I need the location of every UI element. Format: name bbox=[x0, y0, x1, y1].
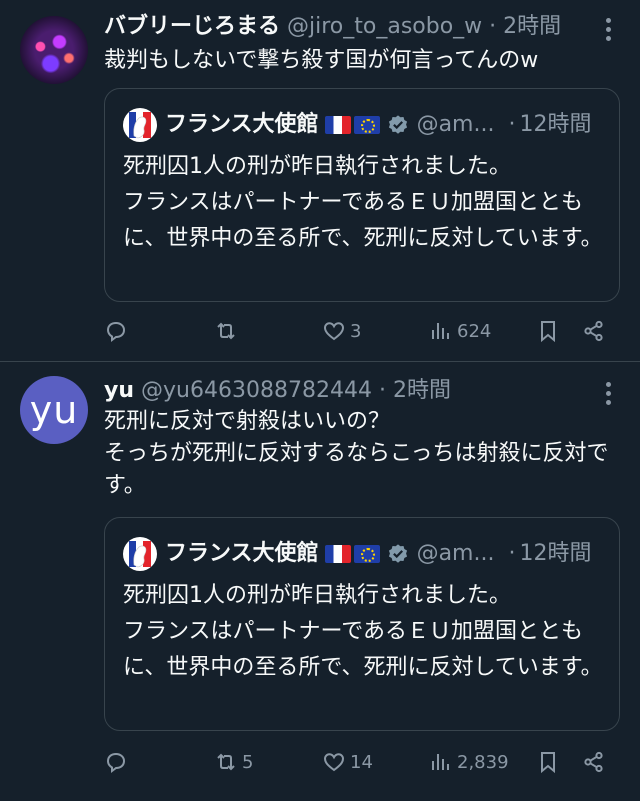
reply-button[interactable] bbox=[104, 314, 132, 348]
quote-handle: @am... bbox=[416, 112, 495, 137]
bookmark-button[interactable] bbox=[536, 745, 564, 779]
share-button[interactable] bbox=[582, 745, 610, 779]
france-flag-icon bbox=[324, 545, 351, 563]
timestamp[interactable]: 2時間 bbox=[503, 14, 561, 39]
quote-timestamp: 12時間 bbox=[519, 541, 592, 566]
quote-avatar bbox=[123, 537, 157, 571]
bookmark-button[interactable] bbox=[536, 314, 564, 348]
avatar-initials: yu bbox=[29, 388, 79, 432]
reply-button[interactable] bbox=[104, 745, 132, 779]
like-count: 3 bbox=[350, 320, 362, 342]
reply-icon bbox=[106, 752, 126, 773]
tweet-header: バブリーじろまる @jiro_to_asobo_w · 2時間 bbox=[104, 12, 590, 42]
retweet-icon bbox=[217, 753, 235, 771]
handle[interactable]: @yu6463088782444 bbox=[141, 378, 372, 403]
france-flag-icon bbox=[324, 116, 351, 134]
share-button[interactable] bbox=[582, 314, 610, 348]
eu-flag-icon bbox=[353, 116, 380, 134]
views-chart-icon bbox=[432, 754, 449, 770]
action-bar: 5 14 2,839 bbox=[104, 745, 620, 779]
like-count: 14 bbox=[350, 751, 373, 773]
bookmark-icon bbox=[541, 321, 555, 343]
views-button[interactable]: 624 bbox=[429, 314, 491, 348]
views-chart-icon bbox=[432, 323, 449, 339]
display-name[interactable]: バブリーじろまる bbox=[104, 14, 280, 39]
views-count: 2,839 bbox=[457, 751, 509, 773]
quote-avatar bbox=[123, 108, 157, 142]
heart-icon bbox=[323, 322, 345, 341]
timestamp[interactable]: 2時間 bbox=[393, 378, 451, 403]
verified-badge-icon bbox=[388, 115, 407, 134]
quote-header: フランス大使館 @am... · 12時間 bbox=[123, 108, 603, 142]
views-count: 624 bbox=[457, 320, 492, 342]
retweet-button[interactable] bbox=[214, 314, 242, 348]
avatar[interactable]: yu bbox=[20, 376, 88, 444]
tweet-header: yu @yu6463088782444 · 2時間 bbox=[104, 376, 590, 406]
separator: · bbox=[508, 112, 516, 137]
like-button[interactable]: 14 bbox=[322, 745, 373, 779]
avatar[interactable] bbox=[20, 16, 88, 84]
heart-icon bbox=[323, 753, 345, 772]
tweet[interactable]: バブリーじろまる @jiro_to_asobo_w · 2時間 裁判もしないで撃… bbox=[0, 0, 640, 362]
like-button[interactable]: 3 bbox=[322, 314, 361, 348]
separator: · bbox=[508, 541, 516, 566]
quote-header: フランス大使館 @am... · 12時間 bbox=[123, 537, 603, 571]
eu-flag-icon bbox=[353, 545, 380, 563]
quote-tweet[interactable]: フランス大使館 @am... · 12時間 死刑囚1人の刑が昨日執行されました。… bbox=[104, 517, 620, 731]
quote-display-name: フランス大使館 bbox=[165, 541, 319, 566]
quote-text: 死刑囚1人の刑が昨日執行されました。 フランスはパートナーであるＥＵ加盟国ととも… bbox=[123, 583, 603, 680]
action-bar: 3 624 bbox=[104, 314, 620, 348]
quote-text: 死刑囚1人の刑が昨日執行されました。 フランスはパートナーであるＥＵ加盟国ととも… bbox=[123, 154, 603, 251]
share-icon bbox=[584, 751, 603, 773]
quote-handle: @am... bbox=[416, 541, 495, 566]
separator: · bbox=[489, 14, 497, 39]
views-button[interactable]: 2,839 bbox=[429, 745, 509, 779]
more-dots-icon[interactable] bbox=[598, 14, 618, 44]
quote-tweet[interactable]: フランス大使館 @am... · 12時間 死刑囚1人の刑が昨日執行されました。… bbox=[104, 88, 620, 302]
retweet-icon bbox=[217, 322, 235, 340]
tweet-text: 死刑に反対で射殺はいいの？ そっちが死刑に反対するならこっちは射殺に反対です。 bbox=[104, 409, 609, 498]
tweet[interactable]: yu yu @yu6463088782444 · 2時間 死刑に反対で射殺はいい… bbox=[0, 362, 640, 801]
more-dots-icon[interactable] bbox=[598, 378, 618, 408]
handle[interactable]: @jiro_to_asobo_w bbox=[287, 14, 482, 39]
retweet-count: 5 bbox=[242, 751, 254, 773]
tweet-text: 裁判もしないで撃ち殺す国が何言ってんのw bbox=[104, 48, 539, 73]
display-name[interactable]: yu bbox=[104, 378, 134, 403]
share-icon bbox=[584, 320, 603, 342]
retweet-button[interactable]: 5 bbox=[214, 745, 253, 779]
reply-icon bbox=[106, 321, 126, 342]
quote-timestamp: 12時間 bbox=[519, 112, 592, 137]
verified-badge-icon bbox=[388, 544, 407, 563]
separator: · bbox=[378, 378, 386, 403]
bookmark-icon bbox=[541, 752, 555, 774]
quote-display-name: フランス大使館 bbox=[165, 112, 319, 137]
